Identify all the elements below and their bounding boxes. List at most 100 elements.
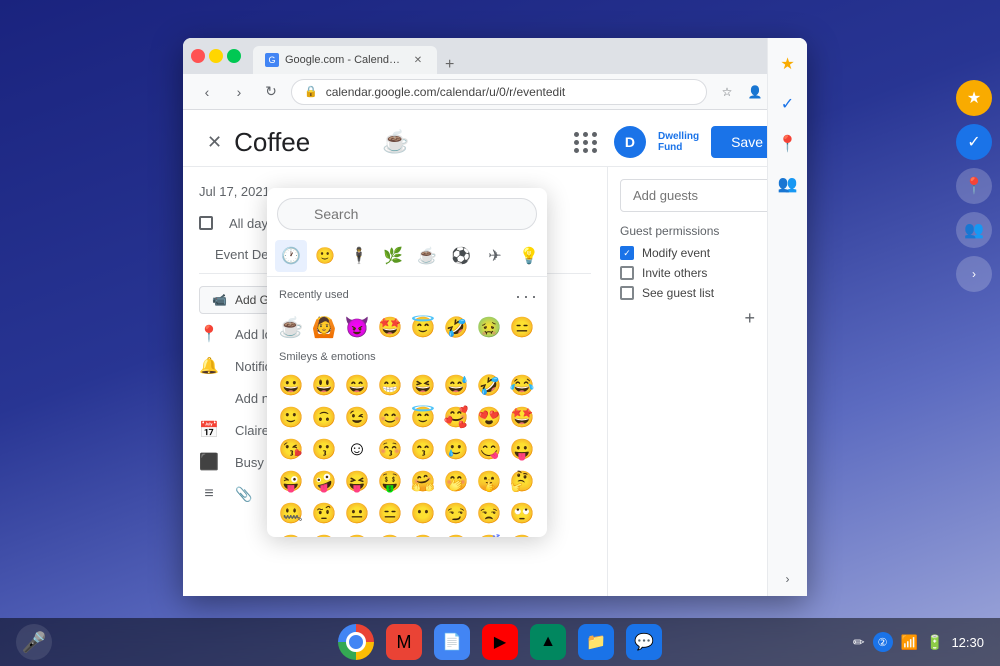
taskbar-chat-icon[interactable]: 💬: [626, 624, 662, 660]
emoji-cat-smiley[interactable]: 🙂: [309, 240, 341, 272]
emoji-btn[interactable]: 😷: [506, 529, 538, 537]
right-panel-icon-1[interactable]: ★: [956, 80, 992, 116]
emoji-btn[interactable]: 🤭: [440, 465, 472, 497]
emoji-btn[interactable]: 😃: [308, 369, 340, 401]
emoji-cat-recent[interactable]: 🕐: [275, 240, 307, 272]
emoji-btn[interactable]: 🥲: [440, 433, 472, 465]
emoji-btn[interactable]: 😊: [374, 401, 406, 433]
emoji-btn[interactable]: 😜: [275, 465, 307, 497]
emoji-btn[interactable]: ☕: [275, 311, 307, 343]
emoji-btn[interactable]: 😒: [473, 497, 505, 529]
taskbar-chrome-icon[interactable]: [338, 624, 374, 660]
emoji-cat-food[interactable]: ☕: [411, 240, 443, 272]
emoji-btn[interactable]: 😄: [341, 369, 373, 401]
emoji-cat-nature[interactable]: 🌿: [377, 240, 409, 272]
emoji-btn[interactable]: 🙄: [506, 497, 538, 529]
emoji-cat-objects[interactable]: 💡: [513, 240, 545, 272]
active-tab[interactable]: G Google.com - Calendar - Event C... ✕: [253, 46, 437, 74]
emoji-btn[interactable]: 🙂: [275, 401, 307, 433]
emoji-cat-travel[interactable]: ✈: [479, 240, 511, 272]
taskbar-notification-badge[interactable]: ②: [873, 632, 893, 652]
emoji-btn[interactable]: 😬: [275, 529, 307, 537]
taskbar-drive-icon[interactable]: 📁: [578, 624, 614, 660]
emoji-btn[interactable]: 😉: [341, 401, 373, 433]
event-close-button[interactable]: ✕: [207, 132, 222, 153]
google-apps-icon[interactable]: [570, 126, 602, 158]
all-day-checkbox[interactable]: [199, 216, 213, 230]
emoji-btn[interactable]: 😘: [275, 433, 307, 465]
right-panel-icon-2[interactable]: ✓: [956, 124, 992, 160]
emoji-btn[interactable]: 😈: [341, 311, 373, 343]
forward-button[interactable]: ›: [227, 80, 251, 104]
emoji-btn[interactable]: 🤪: [308, 465, 340, 497]
emoji-btn[interactable]: 🤐: [275, 497, 307, 529]
back-button[interactable]: ‹: [195, 80, 219, 104]
emoji-btn[interactable]: 😌: [341, 529, 373, 537]
emoji-btn[interactable]: 🤩: [374, 311, 406, 343]
new-tab-button[interactable]: +: [437, 56, 462, 74]
taskbar-mic-icon[interactable]: 🎤: [16, 624, 52, 660]
emoji-btn[interactable]: 😴: [473, 529, 505, 537]
emoji-btn[interactable]: 🤤: [440, 529, 472, 537]
emoji-btn[interactable]: 😅: [440, 369, 472, 401]
emoji-btn[interactable]: ☺: [341, 433, 373, 465]
emoji-btn[interactable]: 🙃: [308, 401, 340, 433]
emoji-btn[interactable]: 😂: [506, 369, 538, 401]
side-panel-expand[interactable]: ›: [786, 570, 790, 596]
window-minimize-button[interactable]: [209, 49, 223, 63]
emoji-btn[interactable]: 🤑: [374, 465, 406, 497]
emoji-btn[interactable]: 😝: [341, 465, 373, 497]
right-panel-icon-3[interactable]: 📍: [956, 168, 992, 204]
emoji-btn[interactable]: 😏: [440, 497, 472, 529]
emoji-btn[interactable]: 🤩: [506, 401, 538, 433]
add-guest-button[interactable]: +: [744, 308, 755, 329]
emoji-btn[interactable]: 😗: [308, 433, 340, 465]
emoji-btn[interactable]: 😔: [374, 529, 406, 537]
taskbar-docs-icon[interactable]: 📄: [434, 624, 470, 660]
emoji-btn[interactable]: 😑: [374, 497, 406, 529]
emoji-btn[interactable]: 😑: [506, 311, 538, 343]
bookmark-icon[interactable]: ☆: [715, 80, 739, 104]
emoji-btn[interactable]: 😚: [374, 433, 406, 465]
emoji-btn[interactable]: 😛: [506, 433, 538, 465]
taskbar-play-icon[interactable]: ▲: [530, 624, 566, 660]
taskbar-gmail-icon[interactable]: M: [386, 624, 422, 660]
emoji-btn[interactable]: 🥰: [440, 401, 472, 433]
emoji-cat-people[interactable]: 🕴: [343, 240, 375, 272]
emoji-btn[interactable]: 😐: [341, 497, 373, 529]
emoji-btn[interactable]: 🤨: [308, 497, 340, 529]
right-panel-icon-4[interactable]: 👥: [956, 212, 992, 248]
emoji-btn[interactable]: 🤗: [407, 465, 439, 497]
emoji-btn[interactable]: 😁: [374, 369, 406, 401]
emoji-btn[interactable]: 🤥: [308, 529, 340, 537]
emoji-btn[interactable]: 😶: [407, 497, 439, 529]
emoji-btn[interactable]: 😀: [275, 369, 307, 401]
window-close-button[interactable]: [191, 49, 205, 63]
emoji-btn[interactable]: 🤫: [473, 465, 505, 497]
emoji-btn[interactable]: 😙: [407, 433, 439, 465]
emoji-cat-activity[interactable]: ⚽: [445, 240, 477, 272]
recently-used-more-button[interactable]: ···: [515, 286, 539, 307]
emoji-btn[interactable]: 🙆: [308, 311, 340, 343]
reload-button[interactable]: ↻: [259, 80, 283, 104]
emoji-btn[interactable]: 😇: [407, 311, 439, 343]
permission-invite-checkbox[interactable]: [620, 266, 634, 280]
side-icon-people[interactable]: 👥: [770, 167, 806, 202]
tab-close-button[interactable]: ✕: [411, 53, 425, 67]
emoji-search-input[interactable]: [277, 198, 537, 230]
window-maximize-button[interactable]: [227, 49, 241, 63]
right-panel-icon-expand[interactable]: ›: [956, 256, 992, 292]
taskbar-youtube-icon[interactable]: ▶: [482, 624, 518, 660]
emoji-btn[interactable]: 😪: [407, 529, 439, 537]
emoji-btn[interactable]: 🤣: [473, 369, 505, 401]
emoji-btn[interactable]: 🤔: [506, 465, 538, 497]
permission-modify-checkbox[interactable]: ✓: [620, 246, 634, 260]
emoji-btn[interactable]: 🤣: [440, 311, 472, 343]
emoji-btn[interactable]: 😇: [407, 401, 439, 433]
emoji-btn[interactable]: 😆: [407, 369, 439, 401]
profile-icon[interactable]: 👤: [743, 80, 767, 104]
emoji-btn[interactable]: 🤢: [473, 311, 505, 343]
permission-see-checkbox[interactable]: [620, 286, 634, 300]
profile-avatar[interactable]: D: [614, 126, 646, 158]
emoji-btn[interactable]: 😋: [473, 433, 505, 465]
